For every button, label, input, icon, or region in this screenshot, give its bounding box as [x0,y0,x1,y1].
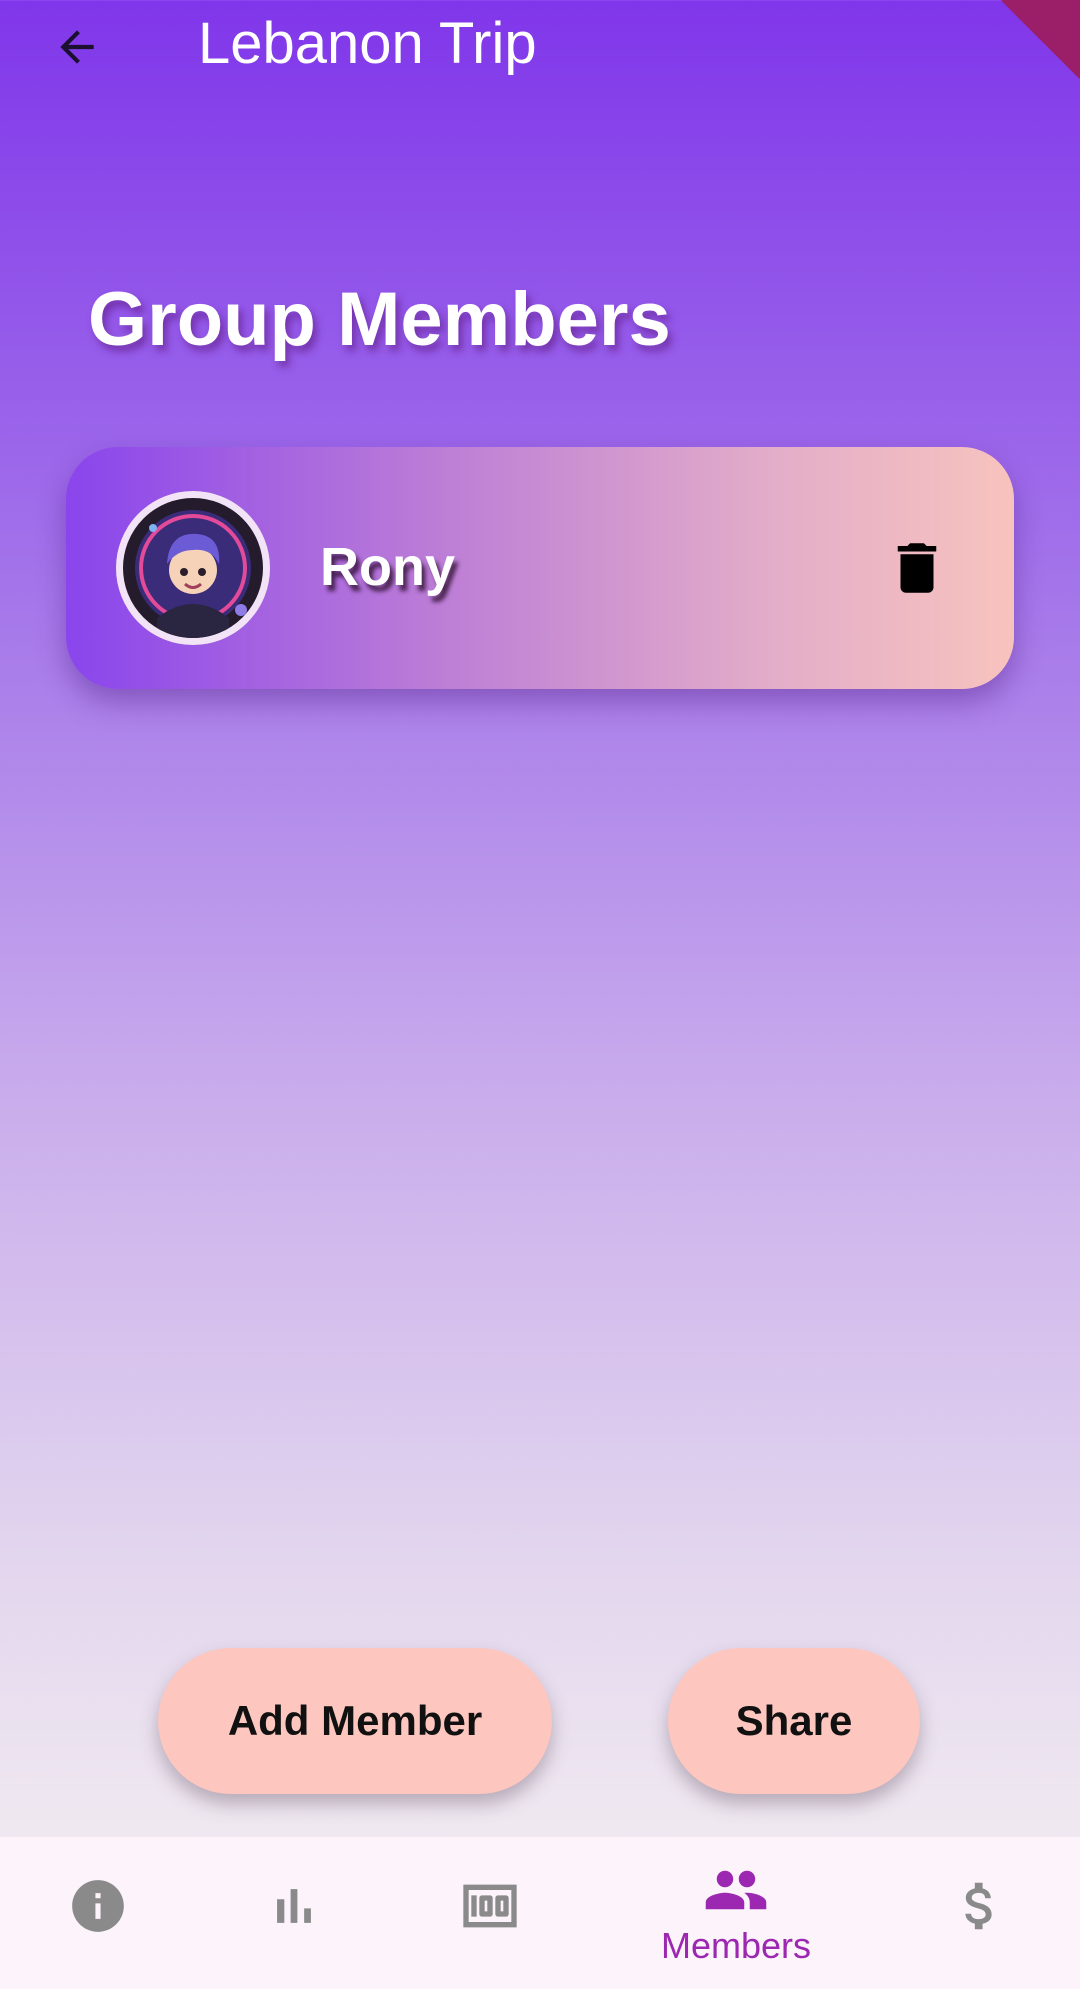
app-title: Lebanon Trip [198,11,537,76]
nav-item-stats[interactable] [204,1837,384,1989]
app-bar: Lebanon Trip [0,0,1080,90]
bar-chart-icon [259,1871,329,1941]
share-button[interactable]: Share [668,1648,920,1794]
info-icon [63,1871,133,1941]
money-icon [455,1871,525,1941]
nav-item-info[interactable] [8,1837,188,1989]
back-button[interactable] [40,10,114,84]
add-member-button[interactable]: Add Member [158,1648,552,1794]
avatar-boy-icon [116,491,270,645]
delete-member-button[interactable] [872,523,962,613]
nav-item-members[interactable]: Members [646,1837,826,1989]
nav-item-payments[interactable] [890,1837,1070,1989]
page-title: Group Members [88,277,671,362]
member-name: Rony [320,537,455,597]
dollar-icon [945,1871,1015,1941]
member-card[interactable]: Rony [66,447,1014,689]
trash-icon [897,543,937,593]
people-icon [701,1855,771,1925]
debug-banner [1001,0,1080,79]
arrow-left-icon [60,30,94,64]
nav-label-members: Members [660,1925,812,1966]
bottom-navigation: Members [0,1837,1080,1989]
nav-item-money[interactable] [400,1837,580,1989]
